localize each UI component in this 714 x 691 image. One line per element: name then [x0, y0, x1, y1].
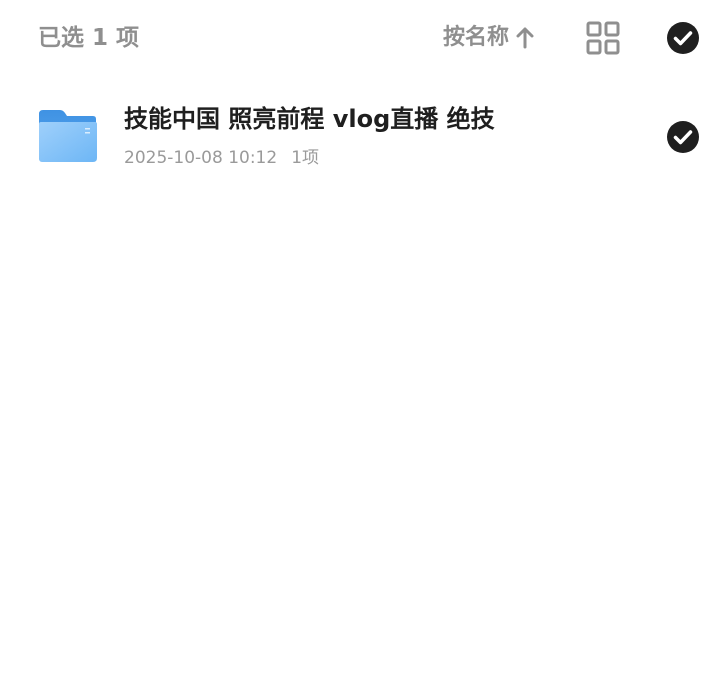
file-row[interactable]: 技能中国 照亮前程 vlog直播 绝技 2025-10-08 10:12 1项 — [0, 90, 714, 186]
folder-icon — [38, 108, 98, 164]
file-meta: 2025-10-08 10:12 1项 — [124, 146, 319, 170]
sort-by-name-button[interactable]: 按名称 — [443, 22, 535, 54]
arrow-up-icon — [515, 26, 535, 50]
file-name: 技能中国 照亮前程 vlog直播 绝技 — [124, 105, 495, 133]
grid-view-icon[interactable] — [585, 20, 621, 56]
sort-label: 按名称 — [443, 25, 510, 50]
file-list: 技能中国 照亮前程 vlog直播 绝技 2025-10-08 10:12 1项 — [0, 90, 714, 186]
select-all-check-icon[interactable] — [666, 21, 700, 55]
file-date: 2025-10-08 10:12 — [124, 148, 278, 168]
file-selection-screen: 已选 1 项 按名称 技能中国 照亮前程 vlog直播 绝技 2025-10-0… — [0, 0, 714, 691]
selected-count-label: 已选 1 项 — [38, 25, 140, 51]
selection-header: 已选 1 项 按名称 — [0, 0, 714, 76]
file-item-count: 1项 — [291, 148, 320, 168]
row-check-icon[interactable] — [666, 120, 700, 154]
